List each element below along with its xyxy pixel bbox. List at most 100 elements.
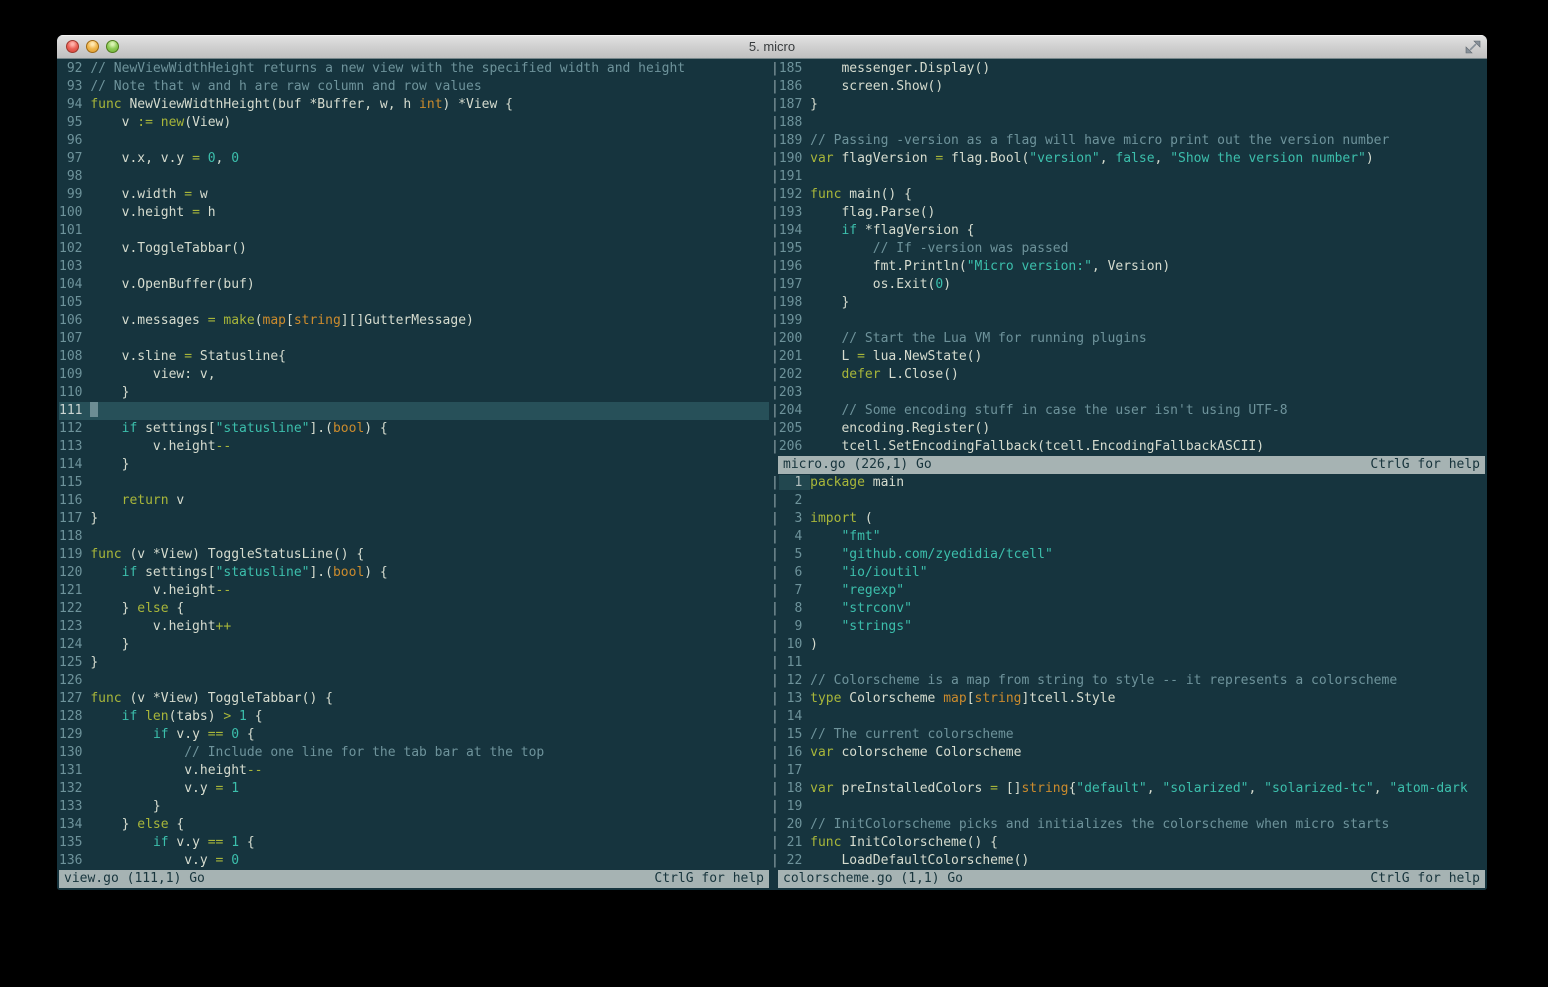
- code-line[interactable]: | 12 // Colorscheme is a map from string…: [771, 672, 1485, 690]
- code-line[interactable]: 102 v.ToggleTabbar(): [59, 240, 769, 258]
- code-line[interactable]: | 4 "fmt": [771, 528, 1485, 546]
- code-line[interactable]: 107: [59, 330, 769, 348]
- code-line[interactable]: |199: [771, 312, 1485, 330]
- code-line[interactable]: 132 v.y = 1: [59, 780, 769, 798]
- code-line[interactable]: |188: [771, 114, 1485, 132]
- code-line[interactable]: |205 encoding.Register(): [771, 420, 1485, 438]
- code-line[interactable]: 128 if len(tabs) > 1 {: [59, 708, 769, 726]
- code-line[interactable]: 123 v.height++: [59, 618, 769, 636]
- code-line[interactable]: 98: [59, 168, 769, 186]
- code-line[interactable]: 116 return v: [59, 492, 769, 510]
- editor-pane-micro-go[interactable]: |185 messenger.Display()|186 screen.Show…: [771, 60, 1485, 456]
- title-bar[interactable]: 5. micro: [57, 35, 1487, 59]
- code-line[interactable]: 99 v.width = w: [59, 186, 769, 204]
- code-line[interactable]: | 17: [771, 762, 1485, 780]
- code-line[interactable]: |186 screen.Show(): [771, 78, 1485, 96]
- fullscreen-icon[interactable]: [1465, 39, 1481, 55]
- code-line[interactable]: |185 messenger.Display(): [771, 60, 1485, 78]
- editor-pane-view-go[interactable]: 92 // NewViewWidthHeight returns a new v…: [59, 60, 769, 870]
- code-line[interactable]: 104 v.OpenBuffer(buf): [59, 276, 769, 294]
- code-line[interactable]: |206 tcell.SetEncodingFallback(tcell.Enc…: [771, 438, 1485, 456]
- code-line[interactable]: 114 }: [59, 456, 769, 474]
- code-line[interactable]: 101: [59, 222, 769, 240]
- code-line[interactable]: | 14: [771, 708, 1485, 726]
- code-line[interactable]: 119 func (v *View) ToggleStatusLine() {: [59, 546, 769, 564]
- code-token: {: [239, 727, 255, 742]
- code-line[interactable]: 117 }: [59, 510, 769, 528]
- code-line[interactable]: |192 func main() {: [771, 186, 1485, 204]
- code-line[interactable]: 93 // Note that w and h are raw column a…: [59, 78, 769, 96]
- code-line[interactable]: |198 }: [771, 294, 1485, 312]
- code-line[interactable]: |190 var flagVersion = flag.Bool("versio…: [771, 150, 1485, 168]
- code-line[interactable]: |194 if *flagVersion {: [771, 222, 1485, 240]
- code-line[interactable]: | 21 func InitColorscheme() {: [771, 834, 1485, 852]
- code-line[interactable]: |202 defer L.Close(): [771, 366, 1485, 384]
- code-line[interactable]: 110 }: [59, 384, 769, 402]
- code-line[interactable]: | 13 type Colorscheme map[string]tcell.S…: [771, 690, 1485, 708]
- code-line[interactable]: |193 flag.Parse(): [771, 204, 1485, 222]
- code-line[interactable]: 127 func (v *View) ToggleTabbar() {: [59, 690, 769, 708]
- code-line[interactable]: | 22 LoadDefaultColorscheme(): [771, 852, 1485, 870]
- code-line[interactable]: 105: [59, 294, 769, 312]
- line-number: 100: [59, 205, 90, 220]
- code-line[interactable]: 108 v.sline = Statusline{: [59, 348, 769, 366]
- code-line[interactable]: 96: [59, 132, 769, 150]
- code-line[interactable]: 125 }: [59, 654, 769, 672]
- code-line[interactable]: | 6 "io/ioutil": [771, 564, 1485, 582]
- code-line[interactable]: 130 // Include one line for the tab bar …: [59, 744, 769, 762]
- code-line[interactable]: | 3 import (: [771, 510, 1485, 528]
- code-line[interactable]: 124 }: [59, 636, 769, 654]
- code-line[interactable]: |196 fmt.Println("Micro version:", Versi…: [771, 258, 1485, 276]
- code-line[interactable]: 95 v := new(View): [59, 114, 769, 132]
- line-number: 199: [779, 313, 810, 328]
- code-line[interactable]: 134 } else {: [59, 816, 769, 834]
- code-line[interactable]: | 7 "regexp": [771, 582, 1485, 600]
- code-line[interactable]: |195 // If -version was passed: [771, 240, 1485, 258]
- code-line[interactable]: |197 os.Exit(0): [771, 276, 1485, 294]
- editor-pane-colorscheme-go[interactable]: | 1 package main| 2 | 3 import (| 4 "fmt…: [771, 474, 1485, 870]
- code-line[interactable]: 92 // NewViewWidthHeight returns a new v…: [59, 60, 769, 78]
- code-line[interactable]: 131 v.height--: [59, 762, 769, 780]
- code-line[interactable]: | 2: [771, 492, 1485, 510]
- code-line[interactable]: | 8 "strconv": [771, 600, 1485, 618]
- code-line[interactable]: |200 // Start the Lua VM for running plu…: [771, 330, 1485, 348]
- code-line[interactable]: 103: [59, 258, 769, 276]
- code-line[interactable]: 120 if settings["statusline"].(bool) {: [59, 564, 769, 582]
- code-line[interactable]: |187 }: [771, 96, 1485, 114]
- code-token: messenger.Display(): [810, 61, 990, 76]
- code-line[interactable]: | 10 ): [771, 636, 1485, 654]
- code-line[interactable]: |203: [771, 384, 1485, 402]
- code-line[interactable]: 118: [59, 528, 769, 546]
- code-line[interactable]: 100 v.height = h: [59, 204, 769, 222]
- code-line[interactable]: 133 }: [59, 798, 769, 816]
- code-line[interactable]: 136 v.y = 0: [59, 852, 769, 870]
- code-line[interactable]: | 18 var preInstalledColors = []string{"…: [771, 780, 1485, 798]
- code-line[interactable]: |201 L = lua.NewState(): [771, 348, 1485, 366]
- code-line[interactable]: 97 v.x, v.y = 0, 0: [59, 150, 769, 168]
- code-line[interactable]: 94 func NewViewWidthHeight(buf *Buffer, …: [59, 96, 769, 114]
- code-line[interactable]: 122 } else {: [59, 600, 769, 618]
- code-line[interactable]: |204 // Some encoding stuff in case the …: [771, 402, 1485, 420]
- code-line[interactable]: 106 v.messages = make(map[string][]Gutte…: [59, 312, 769, 330]
- code-line[interactable]: 126: [59, 672, 769, 690]
- code-line[interactable]: 135 if v.y == 1 {: [59, 834, 769, 852]
- code-line[interactable]: 112 if settings["statusline"].(bool) {: [59, 420, 769, 438]
- code-line[interactable]: | 15 // The current colorscheme: [771, 726, 1485, 744]
- code-line[interactable]: |191: [771, 168, 1485, 186]
- line-number: 3: [779, 511, 810, 526]
- code-token: v.y: [90, 781, 215, 796]
- code-line[interactable]: | 5 "github.com/zyedidia/tcell": [771, 546, 1485, 564]
- code-line[interactable]: | 11: [771, 654, 1485, 672]
- code-line[interactable]: | 9 "strings": [771, 618, 1485, 636]
- code-line[interactable]: 115: [59, 474, 769, 492]
- code-line[interactable]: | 1 package main: [771, 474, 1485, 492]
- code-line[interactable]: | 16 var colorscheme Colorscheme: [771, 744, 1485, 762]
- code-line[interactable]: 109 view: v,: [59, 366, 769, 384]
- code-line[interactable]: | 20 // InitColorscheme picks and initia…: [771, 816, 1485, 834]
- code-line[interactable]: 121 v.height--: [59, 582, 769, 600]
- code-line[interactable]: |189 // Passing -version as a flag will …: [771, 132, 1485, 150]
- code-line[interactable]: | 19: [771, 798, 1485, 816]
- code-line[interactable]: 111: [59, 402, 769, 420]
- code-line[interactable]: 129 if v.y == 0 {: [59, 726, 769, 744]
- code-line[interactable]: 113 v.height--: [59, 438, 769, 456]
